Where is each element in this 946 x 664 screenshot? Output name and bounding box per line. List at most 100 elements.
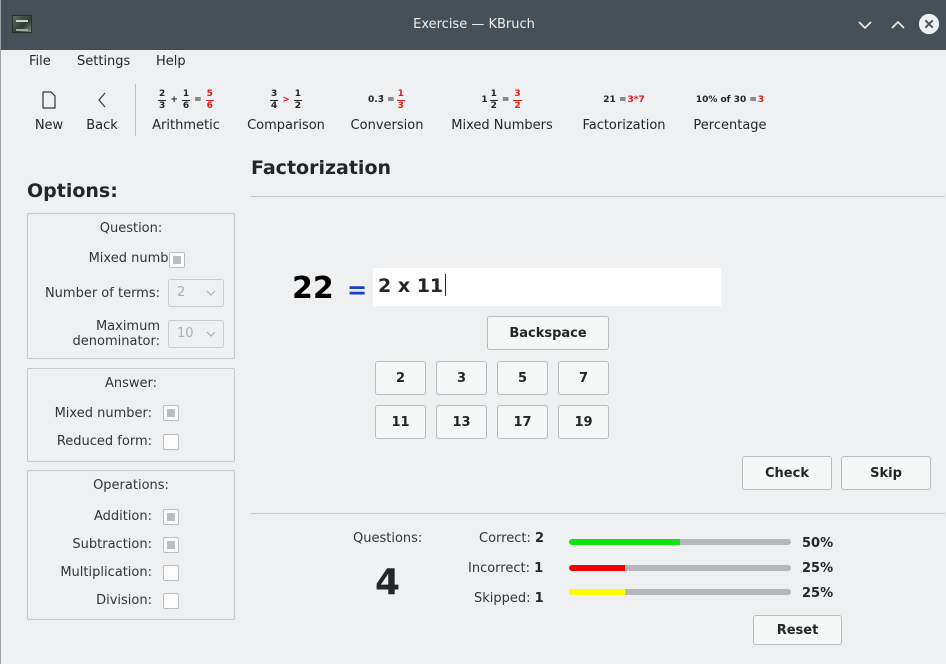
chevron-down-icon <box>206 331 216 337</box>
arithmetic-label: Arithmetic <box>152 118 220 133</box>
answer-input[interactable]: 2 x 11 <box>373 268 721 306</box>
chevron-left-icon <box>81 86 123 114</box>
prime-button-11[interactable]: 11 <box>375 405 426 439</box>
answer-value: 2 x 11 <box>378 275 444 297</box>
skipped-percentage: 25% <box>802 586 834 601</box>
check-button[interactable]: Check <box>742 456 832 490</box>
back-button[interactable]: Back <box>81 80 123 140</box>
task-number: 22 <box>292 271 334 306</box>
chevron-up-icon <box>891 20 905 29</box>
text-caret <box>445 274 447 296</box>
conversion-button[interactable]: 0.3̄ = 13 Conversion <box>346 80 428 140</box>
title-bar[interactable]: Exercise — KBruch <box>1 0 946 50</box>
title-divider <box>251 196 945 197</box>
answer-group-title: Answer: <box>104 376 158 391</box>
answer-mixed-number-label: Mixed number: <box>54 406 152 421</box>
menu-file[interactable]: File <box>29 54 51 69</box>
prime-button-13[interactable]: 13 <box>436 405 487 439</box>
maximize-button[interactable] <box>887 14 909 36</box>
multiplication-label: Multiplication: <box>60 565 152 580</box>
number-of-terms-label: Number of terms: <box>44 286 160 301</box>
prime-button-7[interactable]: 7 <box>558 361 609 395</box>
window-title: Exercise — KBruch <box>413 17 535 32</box>
correct-label: Correct: 2 <box>479 531 545 546</box>
equals-sign: = <box>347 276 368 304</box>
correct-count: 2 <box>534 531 545 546</box>
arithmetic-button[interactable]: 23 + 16 = 56 Arithmetic <box>143 80 229 140</box>
subtraction-checkbox[interactable] <box>163 537 179 553</box>
reduced-form-checkbox[interactable] <box>163 434 179 450</box>
mixed-numbers-button[interactable]: 1 12 = 32 Mixed Numbers <box>444 80 560 140</box>
answer-mixed-number-checkbox[interactable] <box>163 405 179 421</box>
prime-button-3[interactable]: 3 <box>436 361 487 395</box>
addition-checkbox[interactable] <box>163 509 179 525</box>
prime-button-5[interactable]: 5 <box>497 361 548 395</box>
skipped-count: 1 <box>534 591 544 606</box>
question-mixed-number-checkbox[interactable] <box>169 252 185 268</box>
reset-button[interactable]: Reset <box>753 615 842 645</box>
close-icon <box>918 13 940 35</box>
operations-group: Operations: Addition: Subtraction: Multi… <box>27 470 235 620</box>
question-group: Question: Mixed number: Number of terms:… <box>27 213 235 359</box>
addition-label: Addition: <box>93 509 152 524</box>
skipped-progress-bar <box>569 589 791 595</box>
subtraction-label: Subtraction: <box>72 537 152 552</box>
mixed-numbers-label: Mixed Numbers <box>451 118 553 133</box>
multiplication-checkbox[interactable] <box>163 565 179 581</box>
new-button[interactable]: New <box>29 80 69 140</box>
prime-button-17[interactable]: 17 <box>497 405 548 439</box>
menu-bar: File Settings Help <box>1 50 946 74</box>
new-label: New <box>34 118 64 133</box>
operations-group-title: Operations: <box>93 478 169 493</box>
menu-settings[interactable]: Settings <box>77 54 130 69</box>
minimize-button[interactable] <box>854 14 876 36</box>
incorrect-label: Incorrect: 1 <box>468 561 544 576</box>
new-document-icon <box>29 86 69 114</box>
comparison-label: Comparison <box>247 118 325 133</box>
conversion-icon: 0.3̄ = 13 <box>368 88 405 111</box>
exercise-title: Factorization <box>251 157 392 179</box>
correct-progress-bar <box>569 539 791 545</box>
answer-group: Answer: Mixed number: Reduced form: <box>27 368 235 462</box>
max-denominator-label: Maximum denominator: <box>72 319 160 349</box>
percentage-button[interactable]: 10% of 30 = 3 Percentage <box>687 80 773 140</box>
reduced-form-label: Reduced form: <box>56 434 152 449</box>
percentage-icon: 10% of 30 = 3 <box>695 95 765 105</box>
comparison-button[interactable]: 34 > 12 Comparison <box>241 80 331 140</box>
toolbar-separator <box>135 84 136 136</box>
question-group-title: Question: <box>99 221 163 236</box>
division-label: Division: <box>96 593 152 608</box>
questions-count: 4 <box>375 562 401 603</box>
max-denominator-select[interactable]: 10 <box>168 320 224 348</box>
chevron-down-icon <box>858 21 872 30</box>
stats-divider <box>251 513 945 514</box>
mixed-numbers-icon: 1 12 = 32 <box>481 88 522 111</box>
backspace-button[interactable]: Backspace <box>487 316 609 350</box>
number-of-terms-select[interactable]: 2 <box>168 279 224 307</box>
comparison-icon: 34 > 12 <box>269 88 303 111</box>
skip-button[interactable]: Skip <box>841 456 931 490</box>
questions-label: Questions: <box>353 531 423 546</box>
prime-button-2[interactable]: 2 <box>375 361 426 395</box>
factorization-icon: 21 = 3*7 <box>603 95 645 105</box>
main-toolbar: New Back 23 + 16 = 56 Arithmetic 3 4 > 1… <box>1 80 946 142</box>
prime-button-19[interactable]: 19 <box>558 405 609 439</box>
correct-percentage: 50% <box>802 536 834 551</box>
incorrect-progress-fill <box>569 565 625 571</box>
conversion-label: Conversion <box>350 118 424 133</box>
division-checkbox[interactable] <box>163 593 179 609</box>
incorrect-progress-bar <box>569 565 791 571</box>
arithmetic-icon: 23 + 16 = 56 <box>158 88 214 111</box>
factorization-button[interactable]: 21 = 3*7 Factorization <box>576 80 672 140</box>
menu-help[interactable]: Help <box>156 54 186 69</box>
incorrect-count: 1 <box>534 561 544 576</box>
skipped-progress-fill <box>569 589 625 595</box>
chevron-down-icon <box>206 290 216 296</box>
options-title: Options: <box>27 180 118 202</box>
correct-progress-fill <box>569 539 680 545</box>
app-window: Exercise — KBruch File Settings Help New… <box>0 0 946 664</box>
skipped-label: Skipped: 1 <box>474 591 544 606</box>
max-denominator-value: 10 <box>177 326 194 341</box>
number-of-terms-value: 2 <box>177 285 186 300</box>
close-button[interactable] <box>918 13 942 37</box>
